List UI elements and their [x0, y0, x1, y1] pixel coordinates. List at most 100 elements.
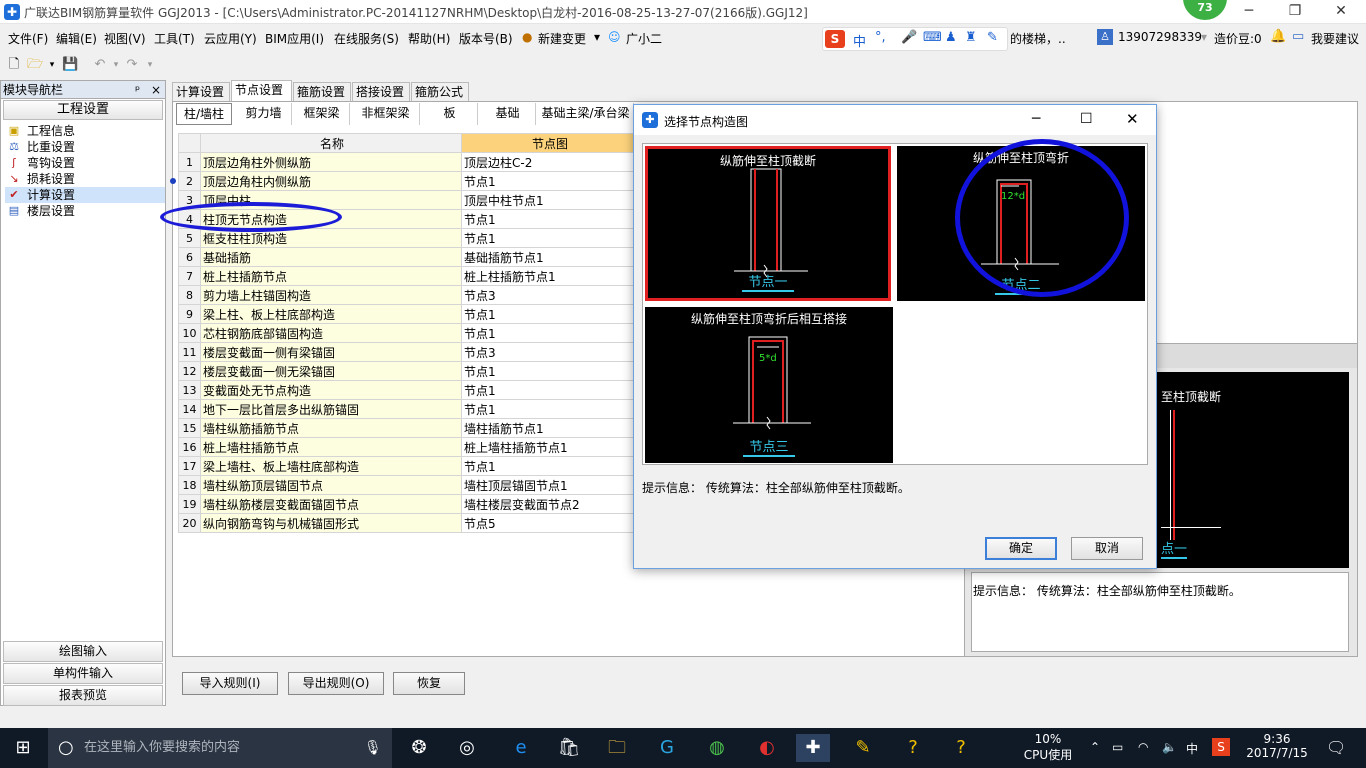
row-name[interactable]: 地下一层比首层多出纵筋锚固 [200, 399, 462, 419]
glodon-green-icon[interactable]: ◍ [700, 734, 734, 762]
nav-drawing-input[interactable]: 绘图输入 [3, 641, 163, 662]
row-node-value[interactable]: 节点1 [461, 304, 637, 324]
row-name[interactable]: 纵向钢筋弯钩与机械锚固形式 [200, 513, 462, 533]
nav-item-project-info[interactable]: ▣ 工程信息 [5, 123, 165, 139]
tab-stirrup-formula[interactable]: 箍筋公式 [411, 82, 469, 102]
table-row[interactable]: 17 梁上墙柱、板上墙柱底部构造 节点1 [178, 456, 637, 476]
node-thumb-1[interactable]: 纵筋伸至柱顶截断 节点一 [645, 146, 891, 301]
pin-icon[interactable]: ᵖ [135, 81, 140, 99]
menu-cloud[interactable]: 云应用(Y) [204, 30, 257, 47]
row-node-value[interactable]: 顶层边柱C-2 [461, 152, 637, 172]
open-dropdown-icon[interactable]: ▾ [44, 57, 60, 73]
table-row[interactable]: 1 顶层边角柱外侧纵筋 顶层边柱C-2 [178, 152, 637, 172]
glodon-red-icon[interactable]: ◐ [750, 734, 784, 762]
tab-node-settings[interactable]: 节点设置 [231, 80, 292, 102]
restore-button[interactable]: ❐ [1272, 0, 1318, 24]
keyboard-icon[interactable]: ⌨ [923, 30, 942, 45]
taskbar-search[interactable]: ○ 在这里输入你要搜索的内容 🎙 [48, 728, 392, 768]
row-name[interactable]: 桩上墙柱插筋节点 [200, 437, 462, 457]
suggest-icon[interactable]: ▭ [1292, 29, 1304, 44]
dialog-minimize-button[interactable]: ─ [1032, 111, 1040, 127]
restore-rules-button[interactable]: 恢复 [393, 672, 465, 695]
ime-tray[interactable]: 中 [1186, 740, 1198, 757]
new-file-icon[interactable]: 🗋 [6, 57, 22, 73]
row-node-value[interactable]: 顶层中柱节点1 [461, 190, 637, 210]
menu-view[interactable]: 视图(V) [104, 30, 146, 47]
menu-version[interactable]: 版本号(B) [459, 30, 513, 47]
glodon-g-icon[interactable]: G [650, 734, 684, 762]
import-rules-button[interactable]: 导入规则(I) [182, 672, 278, 695]
table-row[interactable]: 10 芯柱钢筋底部锚固构造 节点1 [178, 323, 637, 343]
cpu-meter[interactable]: 10% CPU使用 [1022, 732, 1074, 763]
row-node-value[interactable]: 墙柱插筋节点1 [461, 418, 637, 438]
notes-icon[interactable]: ✎ [846, 734, 880, 762]
mic-icon[interactable]: 🎙 [364, 728, 382, 768]
ok-button[interactable]: 确定 [985, 537, 1057, 560]
edge-icon[interactable]: e [504, 734, 538, 762]
table-row[interactable]: 13 变截面处无节点构造 节点1 [178, 380, 637, 400]
menu-new-change[interactable]: 新建变更 [538, 30, 586, 47]
nav-report-preview[interactable]: 报表预览 [3, 685, 163, 706]
wifi-icon[interactable]: ◠ [1138, 740, 1148, 754]
close-button[interactable]: ✕ [1318, 0, 1364, 24]
cancel-button[interactable]: 取消 [1071, 537, 1143, 560]
wrench-icon[interactable]: ✎ [987, 30, 998, 45]
cost-bean[interactable]: 造价豆:0 [1214, 30, 1262, 47]
row-node-value[interactable]: 墙柱楼层变截面节点2 [461, 494, 637, 514]
save-icon[interactable]: 💾 [62, 57, 78, 73]
tab-slab[interactable]: 板 [422, 103, 478, 125]
table-row[interactable]: 7 桩上柱插筋节点 桩上柱插筋节点1 [178, 266, 637, 286]
row-name[interactable]: 桩上柱插筋节点 [200, 266, 462, 286]
menu-file[interactable]: 文件(F) [8, 30, 48, 47]
nav-section-project-settings[interactable]: 工程设置 [3, 100, 163, 120]
nav-item-loss[interactable]: ↘ 损耗设置 [5, 171, 165, 187]
shirt-icon[interactable]: ♜ [965, 30, 977, 45]
punct-icon[interactable]: °, [875, 30, 886, 45]
row-name[interactable]: 梁上墙柱、板上墙柱底部构造 [200, 456, 462, 476]
menu-bim[interactable]: BIM应用(I) [265, 30, 324, 47]
row-node-value[interactable]: 节点1 [461, 209, 637, 229]
tab-foundation-beam[interactable]: 基础主梁/承台梁 [538, 103, 634, 125]
row-name[interactable]: 梁上柱、板上柱底部构造 [200, 304, 462, 324]
redo-dropdown-icon[interactable]: ▾ [142, 57, 158, 73]
store-icon[interactable]: 🛍 [552, 734, 586, 762]
clock[interactable]: 9:36 2017/7/15 [1244, 732, 1310, 760]
row-name[interactable]: 墙柱纵筋顶层锚固节点 [200, 475, 462, 495]
close-icon[interactable]: × [151, 81, 161, 99]
node-thumb-3[interactable]: 纵筋伸至柱顶弯折后相互搭接 5*d 节点三 [645, 307, 893, 463]
dialog-close-button[interactable]: ✕ [1126, 110, 1139, 128]
menu-assistant[interactable]: 广小二 [626, 30, 662, 47]
row-node-value[interactable]: 节点5 [461, 513, 637, 533]
row-node-value[interactable]: 桩上墙柱插筋节点1 [461, 437, 637, 457]
task-view-icon[interactable]: ❂ [402, 734, 436, 762]
row-node-value[interactable]: 节点1 [461, 380, 637, 400]
table-row[interactable]: 15 墙柱纵筋插筋节点 墙柱插筋节点1 [178, 418, 637, 438]
table-row[interactable]: 11 楼层变截面一侧有梁锚固 节点3 [178, 342, 637, 362]
redo-icon[interactable]: ↷ [124, 57, 140, 73]
row-node-value[interactable]: 节点1 [461, 171, 637, 191]
menu-edit[interactable]: 编辑(E) [56, 30, 97, 47]
open-folder-icon[interactable]: 🗁 [27, 57, 43, 73]
table-row[interactable]: 2 顶层边角柱内侧纵筋 节点1 [178, 171, 637, 191]
nav-item-density[interactable]: ⚖ 比重设置 [5, 139, 165, 155]
row-node-value[interactable]: 节点1 [461, 228, 637, 248]
tab-lap-settings[interactable]: 搭接设置 [352, 82, 410, 102]
nav-item-hook[interactable]: ʃ 弯钩设置 [5, 155, 165, 171]
undo-dropdown-icon[interactable]: ▾ [108, 57, 124, 73]
table-row[interactable]: 9 梁上柱、板上柱底部构造 节点1 [178, 304, 637, 324]
row-name[interactable]: 基础插筋 [200, 247, 462, 267]
table-row[interactable]: 12 楼层变截面一侧无梁锚固 节点1 [178, 361, 637, 381]
table-row[interactable]: 18 墙柱纵筋顶层锚固节点 墙柱顶层锚固节点1 [178, 475, 637, 495]
table-row[interactable]: 14 地下一层比首层多出纵筋锚固 节点1 [178, 399, 637, 419]
sogou-tray-icon[interactable]: S [1212, 738, 1230, 756]
undo-icon[interactable]: ↶ [92, 57, 108, 73]
tab-frame-beam[interactable]: 框架梁 [294, 103, 350, 125]
table-row[interactable]: 6 基础插筋 基础插筋节点1 [178, 247, 637, 267]
nav-item-calc[interactable]: ✔ 计算设置 [5, 187, 165, 203]
row-name[interactable]: 顶层边角柱外侧纵筋 [200, 152, 462, 172]
row-node-value[interactable]: 节点1 [461, 456, 637, 476]
browser-icon[interactable]: ◎ [450, 734, 484, 762]
row-name[interactable]: 楼层变截面一侧有梁锚固 [200, 342, 462, 362]
row-node-value[interactable]: 节点3 [461, 342, 637, 362]
battery-icon[interactable]: ▭ [1112, 740, 1123, 754]
